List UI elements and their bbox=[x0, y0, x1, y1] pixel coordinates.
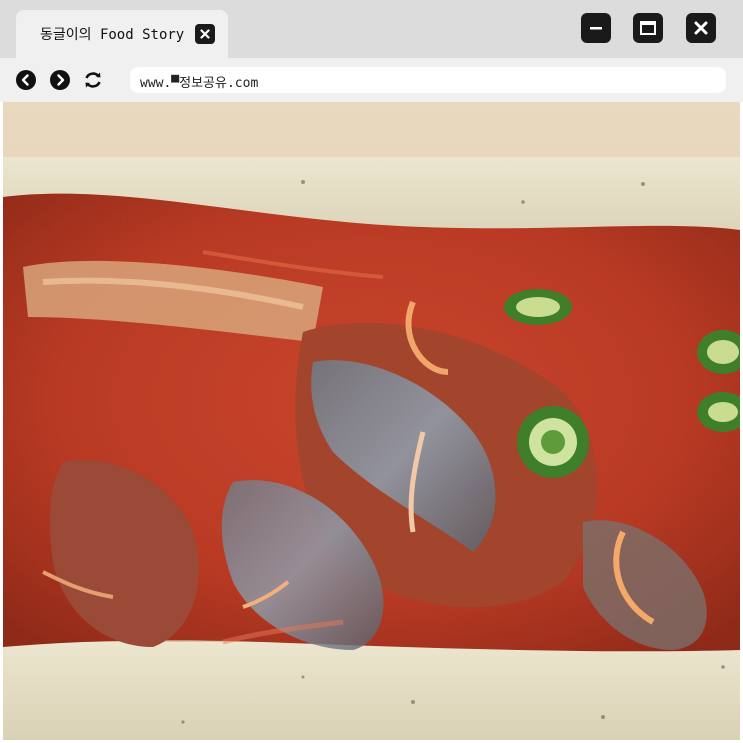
reload-icon bbox=[85, 72, 101, 88]
reload-button[interactable] bbox=[83, 70, 103, 90]
title-bar: 동글이의 Food Story bbox=[0, 0, 743, 58]
close-icon bbox=[200, 29, 210, 39]
forward-button[interactable] bbox=[50, 70, 70, 90]
navigation-bar: www.▀정보공유.com bbox=[0, 58, 743, 102]
browser-tab[interactable]: 동글이의 Food Story bbox=[16, 10, 228, 58]
close-icon bbox=[694, 21, 708, 35]
browser-window: 동글이의 Food Story www.▀정보공유.com bbox=[0, 0, 743, 743]
page-content bbox=[3, 102, 740, 740]
tab-title: 동글이의 Food Story bbox=[40, 27, 185, 43]
url-text: www.▀정보공유.com bbox=[140, 76, 259, 91]
close-window-button[interactable] bbox=[686, 13, 716, 43]
minimize-icon bbox=[590, 27, 602, 30]
tab-close-button[interactable] bbox=[195, 24, 215, 44]
food-photo bbox=[3, 102, 740, 740]
maximize-button[interactable] bbox=[633, 13, 663, 43]
minimize-button[interactable] bbox=[581, 13, 611, 43]
maximize-icon bbox=[640, 21, 656, 35]
back-arrow-icon bbox=[16, 70, 36, 90]
forward-arrow-icon bbox=[50, 70, 70, 90]
back-button[interactable] bbox=[16, 70, 36, 90]
address-bar[interactable]: www.▀정보공유.com bbox=[130, 67, 726, 93]
